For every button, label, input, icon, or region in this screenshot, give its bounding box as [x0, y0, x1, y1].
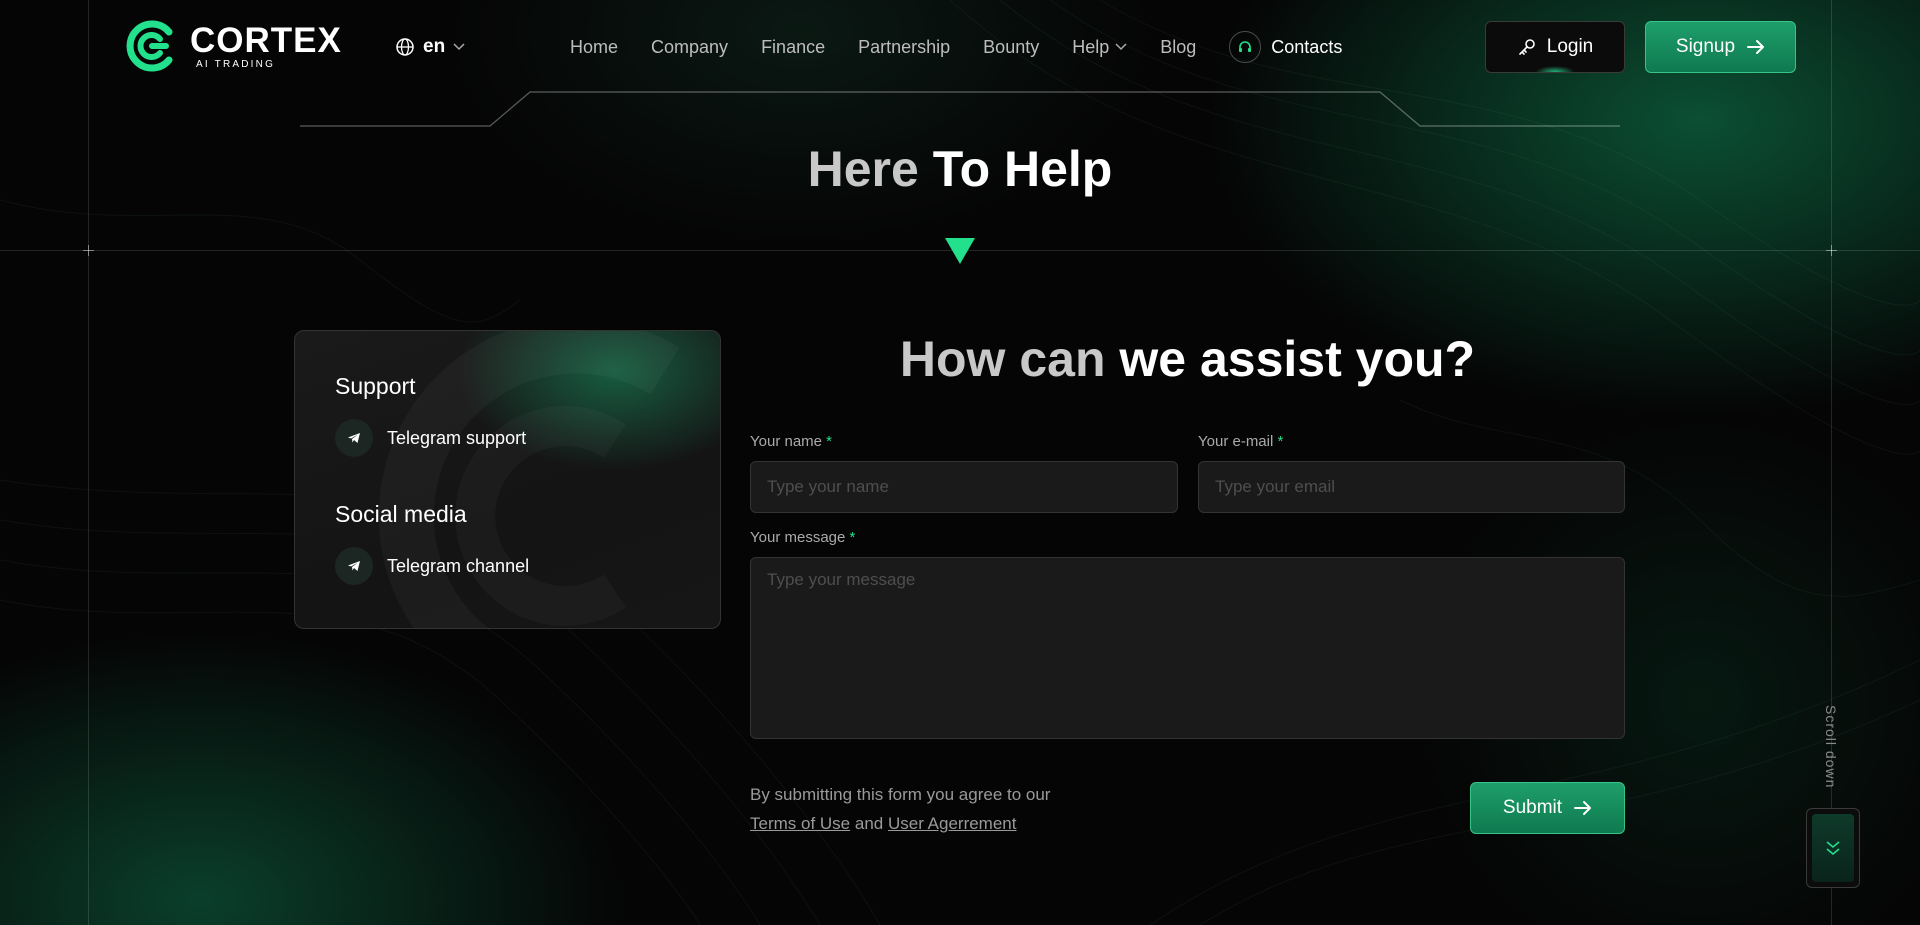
message-label: Your message *: [750, 529, 855, 546]
form-title: How can we assist you?: [750, 330, 1625, 388]
nav-contacts-label: Contacts: [1271, 36, 1343, 57]
crosshair-left: [83, 245, 94, 256]
submit-button[interactable]: Submit: [1470, 782, 1625, 834]
cortex-logo-icon: [126, 20, 173, 72]
chevron-down-icon: [1115, 43, 1127, 51]
email-label: Your e-mail *: [1198, 433, 1283, 450]
nav-contacts[interactable]: Contacts: [1229, 31, 1342, 63]
brand-tagline: AI TRADING: [196, 58, 276, 70]
language-selector[interactable]: en: [395, 36, 465, 58]
key-icon: [1518, 39, 1535, 55]
arrow-right-icon: [1574, 801, 1592, 815]
brand-logo[interactable]: CORTEX AI TRADING: [124, 18, 342, 74]
nav-partnership[interactable]: Partnership: [858, 30, 950, 64]
message-label-text: Your message: [750, 529, 846, 546]
language-current: en: [423, 36, 446, 57]
telegram-icon: [335, 547, 373, 585]
terms-and-text: and: [854, 814, 884, 833]
email-field[interactable]: [1198, 461, 1625, 513]
telegram-channel-label: Telegram channel: [387, 555, 530, 576]
telegram-support-label: Telegram support: [387, 427, 527, 448]
name-field[interactable]: [750, 461, 1178, 513]
support-title: Support: [335, 373, 416, 399]
headset-icon: [1229, 31, 1262, 63]
signup-button[interactable]: Signup: [1645, 21, 1796, 73]
nav-finance[interactable]: Finance: [761, 30, 825, 64]
nav-home[interactable]: Home: [570, 30, 618, 64]
form-title-bright: we assist you?: [1119, 331, 1476, 387]
email-label-text: Your e-mail: [1198, 433, 1274, 450]
double-chevron-down-icon: [1812, 814, 1854, 882]
site-header: CORTEX AI TRADING en Home Company Financ…: [0, 0, 1920, 95]
submit-label: Submit: [1502, 797, 1563, 818]
required-mark: *: [826, 433, 833, 450]
name-label: Your name *: [750, 433, 832, 450]
scroll-down-button[interactable]: [1806, 808, 1860, 888]
nav-bounty[interactable]: Bounty: [983, 30, 1039, 64]
name-label-text: Your name: [750, 433, 822, 450]
down-triangle-icon: [945, 238, 975, 264]
social-media-title: Social media: [335, 501, 467, 527]
brand-name: CORTEX: [190, 20, 342, 60]
contact-channels-card: Support Telegram support Social media Te…: [294, 330, 721, 629]
telegram-support-link[interactable]: Telegram support: [335, 419, 526, 457]
terms-of-use-link[interactable]: Terms of Use: [750, 814, 850, 833]
arrow-right-icon: [1747, 40, 1765, 54]
scroll-down-label: Scroll down: [1823, 705, 1839, 789]
required-mark: *: [1277, 433, 1284, 450]
header-tab-outline: [300, 91, 1620, 127]
login-glow: [1535, 66, 1575, 72]
hero-title: Here To Help: [0, 140, 1920, 198]
telegram-channel-link[interactable]: Telegram channel: [335, 547, 529, 585]
signup-label: Signup: [1675, 36, 1736, 57]
chevron-down-icon: [453, 43, 465, 51]
form-title-dim: How can: [899, 331, 1106, 387]
telegram-icon: [335, 419, 373, 457]
hero-title-bright: To Help: [932, 141, 1113, 197]
crosshair-right: [1826, 245, 1837, 256]
required-mark: *: [849, 529, 856, 546]
hero-title-dim: Here: [807, 141, 919, 197]
main-nav: Home Company Finance Partnership Bounty …: [570, 30, 1342, 64]
nav-blog[interactable]: Blog: [1160, 30, 1196, 64]
nav-help[interactable]: Help: [1072, 30, 1127, 64]
grid-line-left: [88, 0, 89, 925]
login-button[interactable]: Login: [1485, 21, 1625, 73]
login-label: Login: [1546, 36, 1594, 57]
nav-help-label: Help: [1072, 36, 1110, 57]
user-agreement-link[interactable]: User Agerrement: [888, 814, 1017, 833]
terms-notice-text: By submitting this form you agree to our: [750, 785, 1051, 804]
nav-company[interactable]: Company: [651, 30, 728, 64]
terms-notice: By submitting this form you agree to our…: [750, 780, 1050, 838]
message-field[interactable]: [750, 557, 1625, 739]
globe-icon: [396, 38, 414, 56]
